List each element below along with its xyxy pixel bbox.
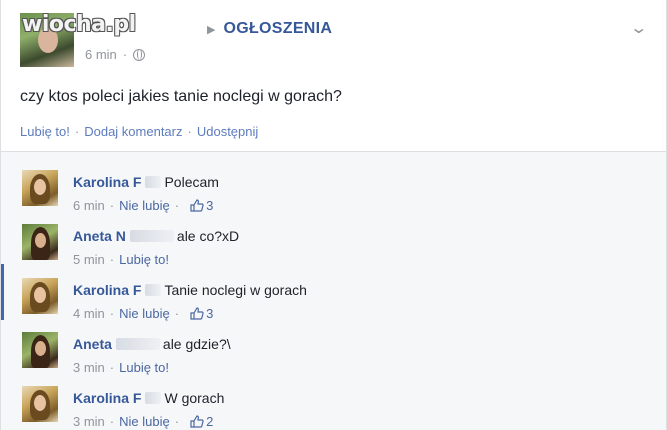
post-meta: 6 min · <box>85 47 146 62</box>
comment-text: ale co?xD <box>176 228 240 244</box>
comment-item: Karolina F W gorach 3 min · Nie lubię · 2 <box>1 376 667 430</box>
comment-time[interactable]: 4 min <box>73 306 105 321</box>
meta-separator: · <box>122 47 128 62</box>
avatar[interactable] <box>22 332 58 368</box>
breadcrumb: ▶ OGŁOSZENIA <box>85 20 332 38</box>
comment-time[interactable]: 5 min <box>73 252 105 267</box>
action-separator: · <box>74 124 80 139</box>
comment-text: ale gdzie?\ <box>162 336 231 352</box>
name-obscured <box>145 392 162 404</box>
comment-author[interactable]: Aneta <box>73 336 112 352</box>
globe-icon[interactable] <box>133 48 146 61</box>
breadcrumb-arrow-icon: ▶ <box>207 23 216 36</box>
comment-link[interactable]: Dodaj komentarz <box>84 124 182 139</box>
comment-author[interactable]: Karolina F <box>73 174 141 190</box>
chevron-down-icon[interactable]: ⌄ <box>629 18 648 38</box>
comment-text: Tanie noclegi w gorach <box>164 282 307 298</box>
name-obscured <box>115 338 160 350</box>
share-link[interactable]: Udostępnij <box>197 124 258 139</box>
avatar[interactable] <box>22 278 58 314</box>
author-name-obscured[interactable] <box>85 20 203 38</box>
post-actions: Lubię to! · Dodaj komentarz · Udostępnij <box>20 124 258 139</box>
post-text: czy ktos poleci jakies tanie noclegi w g… <box>20 88 342 105</box>
comment-like-link[interactable]: Nie lubię <box>119 414 170 429</box>
name-obscured <box>145 176 162 188</box>
comment-time[interactable]: 3 min <box>73 360 105 375</box>
avatar[interactable] <box>22 170 58 206</box>
thumbs-up-icon[interactable] <box>190 415 204 428</box>
comment-like-link[interactable]: Nie lubię <box>119 198 170 213</box>
comment-item: Karolina F Polecam 6 min · Nie lubię · 3 <box>1 160 667 214</box>
comment-like-link[interactable]: Nie lubię <box>119 306 170 321</box>
comment-author[interactable]: Aneta N <box>73 228 126 244</box>
avatar[interactable] <box>22 224 58 260</box>
like-count[interactable]: 3 <box>206 306 213 321</box>
comment-text: W gorach <box>164 390 225 406</box>
like-link[interactable]: Lubię to! <box>20 124 70 139</box>
post-time[interactable]: 6 min <box>85 47 117 62</box>
comment-author[interactable]: Karolina F <box>73 390 141 406</box>
comment-item: Aneta ale gdzie?\ 3 min · Lubię to! <box>1 322 667 376</box>
action-separator: · <box>187 124 192 139</box>
like-count[interactable]: 3 <box>206 198 213 213</box>
comment-author[interactable]: Karolina F <box>73 282 141 298</box>
thumbs-up-icon[interactable] <box>190 307 204 320</box>
comment-like-link[interactable]: Lubię to! <box>119 252 169 267</box>
comment-text: Polecam <box>164 174 219 190</box>
comment-like-link[interactable]: Lubię to! <box>119 360 169 375</box>
post-card: wiocha.pl ▶ OGŁOSZENIA 6 min · ⌄ czy kto… <box>0 0 667 152</box>
thumbs-up-icon[interactable] <box>190 199 204 212</box>
comment-time[interactable]: 6 min <box>73 198 105 213</box>
like-count[interactable]: 2 <box>206 414 213 429</box>
name-obscured <box>129 230 174 242</box>
name-obscured <box>145 284 162 296</box>
comment-item: Aneta N ale co?xD 5 min · Lubię to! <box>1 214 667 268</box>
group-name-link[interactable]: OGŁOSZENIA <box>223 20 332 38</box>
avatar[interactable] <box>22 386 58 422</box>
comment-item-highlighted: Karolina F Tanie noclegi w gorach 4 min ·… <box>1 264 667 322</box>
comment-time[interactable]: 3 min <box>73 414 105 429</box>
comments-list: Karolina F Polecam 6 min · Nie lubię · 3 A… <box>0 152 667 430</box>
